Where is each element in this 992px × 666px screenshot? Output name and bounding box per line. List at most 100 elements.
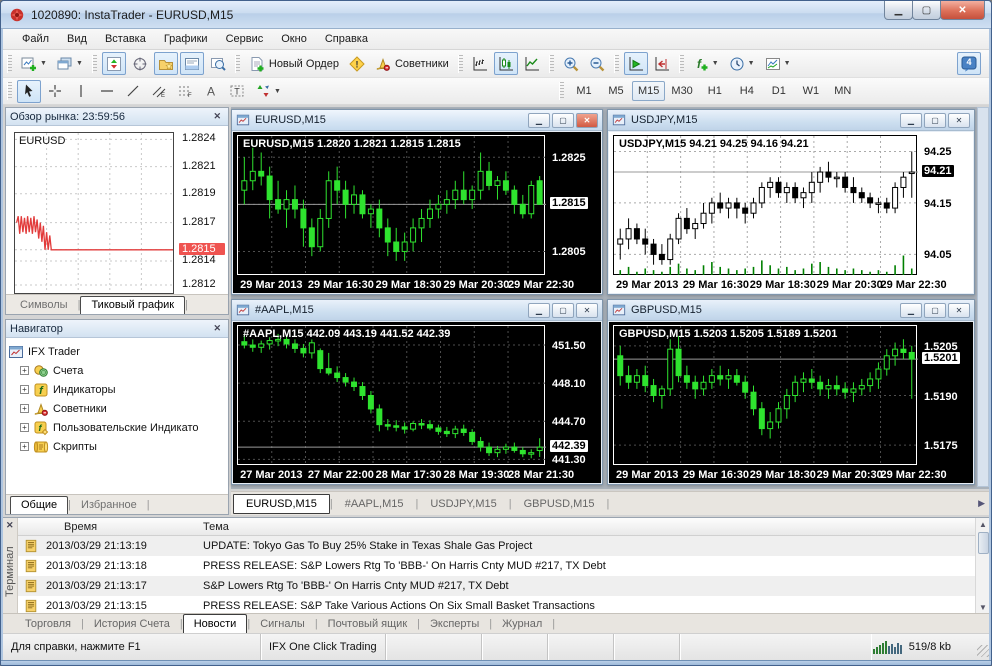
scroll-down-icon[interactable]: ▼ — [979, 603, 987, 612]
data-window-button[interactable] — [128, 52, 152, 75]
expert-warning-button[interactable]: ! — [345, 52, 369, 75]
terminal-tab-эксперты[interactable]: Эксперты — [420, 615, 489, 633]
chart-plot[interactable] — [613, 325, 918, 465]
terminal-tab-журнал[interactable]: Журнал — [492, 615, 552, 633]
dropdown-arrow-icon[interactable]: ▼ — [748, 60, 755, 67]
auto-scroll-button[interactable] — [623, 52, 648, 75]
crosshair-button[interactable] — [43, 80, 67, 103]
menu-Окно[interactable]: Окно — [272, 30, 316, 48]
zoom-in-button[interactable] — [559, 52, 583, 75]
chart-window-titlebar[interactable]: GBPUSD,M15 ▁ ▢ ✕ — [608, 300, 974, 321]
timeframe-m15[interactable]: M15 — [632, 81, 666, 101]
chart-tab--aapl-m15[interactable]: #AAPL,M15 — [333, 495, 416, 513]
expand-icon[interactable]: + — [20, 423, 29, 432]
timeframe-w1[interactable]: W1 — [795, 81, 827, 101]
chart-client-area[interactable]: 451.50 448.10 444.70 441.30 442.39 27 Mar 201… — [233, 322, 601, 483]
navigator-item-ifx-trader[interactable]: IFX Trader — [8, 342, 226, 361]
chart-close-button[interactable]: ✕ — [948, 302, 970, 318]
chart-minimize-button[interactable]: ▁ — [528, 302, 550, 318]
chart-restore-button[interactable]: ▢ — [924, 302, 946, 318]
text-button[interactable]: A — [199, 80, 223, 103]
scrollbar-thumb[interactable] — [978, 532, 989, 554]
market-watch-tab-ticks[interactable]: Тиковый график — [80, 296, 186, 314]
menu-Вид[interactable]: Вид — [58, 30, 96, 48]
templates-button[interactable]: ▼ — [761, 52, 795, 75]
chart-client-area[interactable]: 94.25 94.15 94.05 94.21 29 Mar 2013 29 Mar 16… — [609, 132, 973, 293]
navigator-item-советники[interactable]: + Советники — [8, 399, 226, 418]
timeframe-d1[interactable]: D1 — [763, 81, 795, 101]
terminal-tab-сигналы[interactable]: Сигналы — [250, 615, 315, 633]
navigator-item-индикаторы[interactable]: + f Индикаторы — [8, 380, 226, 399]
chart-window-titlebar[interactable]: EURUSD,M15 ▁ ▢ ✕ — [232, 110, 602, 131]
candlestick-button[interactable] — [493, 52, 518, 75]
market-watch-close-icon[interactable]: ✕ — [210, 111, 224, 122]
experts-button[interactable]: Советники — [371, 52, 453, 75]
chart-plot[interactable] — [237, 325, 546, 465]
menu-Файл[interactable]: Файл — [13, 30, 58, 48]
terminal-tab-почтовый-ящик[interactable]: Почтовый ящик — [318, 615, 417, 633]
horizontal-line-button[interactable] — [95, 80, 119, 103]
news-row[interactable]: 2013/03/29 21:13:19 UPDATE: Tokyo Gas To … — [18, 536, 975, 556]
arrows-button[interactable]: ▼ — [251, 80, 285, 103]
maximize-button[interactable]: ▢ — [912, 1, 941, 20]
chart-window-titlebar[interactable]: #AAPL,M15 ▁ ▢ ✕ — [232, 300, 602, 321]
navigator-item-счета[interactable]: + Счета — [8, 361, 226, 380]
notifications-button[interactable]: 4 — [957, 52, 981, 75]
market-watch-button[interactable] — [101, 52, 126, 75]
close-button[interactable]: ✕ — [940, 1, 985, 20]
chart-restore-button[interactable]: ▢ — [552, 112, 574, 128]
terminal-tab-история-счета[interactable]: История Счета — [84, 615, 180, 633]
navigator-button[interactable] — [153, 52, 178, 75]
chart-client-area[interactable]: 1.2825 1.2805 1.2815 29 Mar 2013 29 Mar 16:3… — [233, 132, 601, 293]
navigator-close-icon[interactable]: ✕ — [210, 323, 224, 334]
chart-minimize-button[interactable]: ▁ — [900, 112, 922, 128]
chart-window-titlebar[interactable]: USDJPY,M15 ▁ ▢ ✕ — [608, 110, 974, 131]
chart-tab-usdjpy-m15[interactable]: USDJPY,M15 — [418, 495, 508, 513]
scroll-up-icon[interactable]: ▲ — [979, 520, 987, 529]
news-column-time[interactable]: Время — [64, 521, 97, 533]
timeframe-h4[interactable]: H4 — [731, 81, 763, 101]
news-row[interactable]: 2013/03/29 21:13:15 PRESS RELEASE: S&P Ta… — [18, 596, 975, 613]
tick-chart[interactable]: EURUSD — [14, 132, 174, 294]
navigator-tab-common[interactable]: Общие — [10, 496, 69, 514]
channel-button[interactable]: E — [147, 80, 171, 103]
timeframe-m30[interactable]: M30 — [665, 81, 698, 101]
terminal-button[interactable] — [179, 52, 204, 75]
chart-close-button[interactable]: ✕ — [576, 302, 598, 318]
chart-tab-eurusd-m15[interactable]: EURUSD,M15 — [233, 493, 330, 514]
dropdown-arrow-icon[interactable]: ▼ — [712, 60, 719, 67]
cursor-button[interactable] — [17, 79, 41, 103]
dropdown-arrow-icon[interactable]: ▼ — [784, 60, 791, 67]
minimize-button[interactable]: ▁ — [884, 1, 913, 20]
status-one-click[interactable]: IFX One Click Trading — [261, 634, 386, 660]
timeframe-h1[interactable]: H1 — [699, 81, 731, 101]
chart-restore-button[interactable]: ▢ — [552, 302, 574, 318]
chart-client-area[interactable]: 1.5205 1.5190 1.5175 1.5201 29 Mar 2013 29 Ma… — [609, 322, 973, 483]
new-chart-button[interactable]: ▼ — [17, 52, 51, 75]
chart-shift-button[interactable] — [650, 52, 674, 75]
news-row[interactable]: 2013/03/29 21:13:17 S&P Lowers Rtg To 'BB… — [18, 576, 975, 596]
dropdown-arrow-icon[interactable]: ▼ — [76, 60, 83, 67]
menu-Графики[interactable]: Графики — [155, 30, 217, 48]
market-watch-tab-symbols[interactable]: Символы — [10, 297, 78, 314]
workspace-scrollbar[interactable] — [977, 107, 989, 487]
chart-plot[interactable] — [237, 135, 546, 275]
fibonacci-button[interactable]: F — [173, 80, 197, 103]
menu-Сервис[interactable]: Сервис — [217, 30, 273, 48]
chart-close-button[interactable]: ✕ — [948, 112, 970, 128]
news-row[interactable]: 2013/03/29 21:13:18 PRESS RELEASE: S&P Lo… — [18, 556, 975, 576]
profiles-button[interactable]: ▼ — [53, 52, 87, 75]
navigator-item-скрипты[interactable]: + Скрипты — [8, 437, 226, 456]
zoom-out-button[interactable] — [585, 52, 609, 75]
expand-icon[interactable]: + — [20, 366, 29, 375]
menu-Вставка[interactable]: Вставка — [96, 30, 155, 48]
vertical-line-button[interactable] — [69, 80, 93, 103]
new-order-button[interactable]: Новый Ордер — [245, 52, 343, 75]
text-label-button[interactable]: T — [225, 80, 249, 103]
chart-plot[interactable] — [613, 135, 918, 275]
expand-icon[interactable]: + — [20, 442, 29, 451]
navigator-item-пользовательские-индикато[interactable]: + f Пользовательские Индикато — [8, 418, 226, 437]
chart-close-button[interactable]: ✕ — [576, 112, 598, 128]
chart-tab-gbpusd-m15[interactable]: GBPUSD,M15 — [512, 495, 607, 513]
bar-chart-button[interactable] — [468, 52, 492, 75]
